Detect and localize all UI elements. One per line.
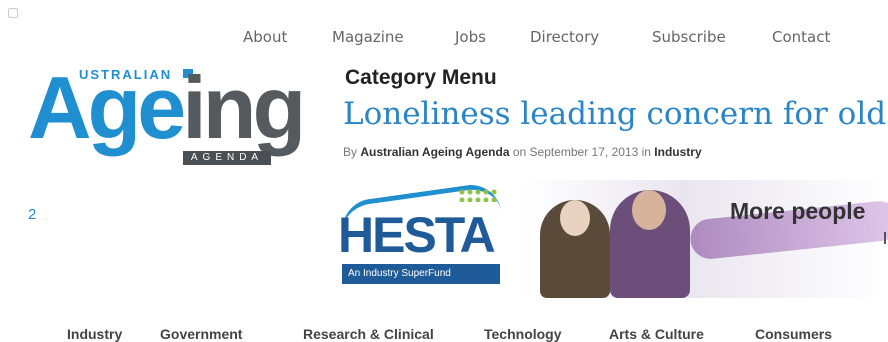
person-right-image <box>610 190 690 298</box>
hesta-logo: HESTA An Industry SuperFund <box>330 180 505 298</box>
logo-agenda-text: AGENDA <box>183 151 271 165</box>
page-corner-icon <box>8 8 18 18</box>
cat-arts-culture[interactable]: Arts & Culture <box>609 326 704 342</box>
logo-age-text: Age <box>28 58 186 157</box>
article-byline: By Australian Ageing Agenda on September… <box>343 145 702 159</box>
nav-directory[interactable]: Directory <box>530 28 599 46</box>
nav-jobs[interactable]: Jobs <box>455 28 486 46</box>
nav-about[interactable]: About <box>243 28 287 46</box>
cat-consumers[interactable]: Consumers <box>755 326 832 342</box>
byline-prefix: By <box>343 145 358 159</box>
cat-research-clinical[interactable]: Research & Clinical <box>303 326 434 342</box>
byline-author[interactable]: Australian Ageing Agenda <box>360 145 509 159</box>
ad-headline: More people <box>730 198 866 224</box>
hesta-tagline: An Industry SuperFund <box>342 264 500 284</box>
hesta-ad-banner[interactable]: HESTA An Industry SuperFund More people <box>330 180 888 298</box>
article-title[interactable]: Loneliness leading concern for old <box>343 96 886 132</box>
nav-subscribe[interactable]: Subscribe <box>652 28 726 46</box>
logo-ageing-wordmark: Ageing <box>28 64 306 152</box>
ad-divider <box>884 232 886 244</box>
byline-date: on September 17, 2013 in <box>512 145 651 159</box>
nav-contact[interactable]: Contact <box>772 28 830 46</box>
byline-category[interactable]: Industry <box>654 145 701 159</box>
cat-technology[interactable]: Technology <box>484 326 562 342</box>
cat-industry[interactable]: Industry <box>67 326 122 342</box>
hesta-dots-icon <box>458 188 498 202</box>
hesta-brand-text: HESTA <box>338 207 496 263</box>
category-menu-heading[interactable]: Category Menu <box>345 66 497 90</box>
person-left-image <box>540 200 610 298</box>
logo-ing-text: ing <box>182 58 306 157</box>
cat-government[interactable]: Government <box>160 326 242 342</box>
nav-magazine[interactable]: Magazine <box>332 28 404 46</box>
page-number: 2 <box>28 206 37 223</box>
